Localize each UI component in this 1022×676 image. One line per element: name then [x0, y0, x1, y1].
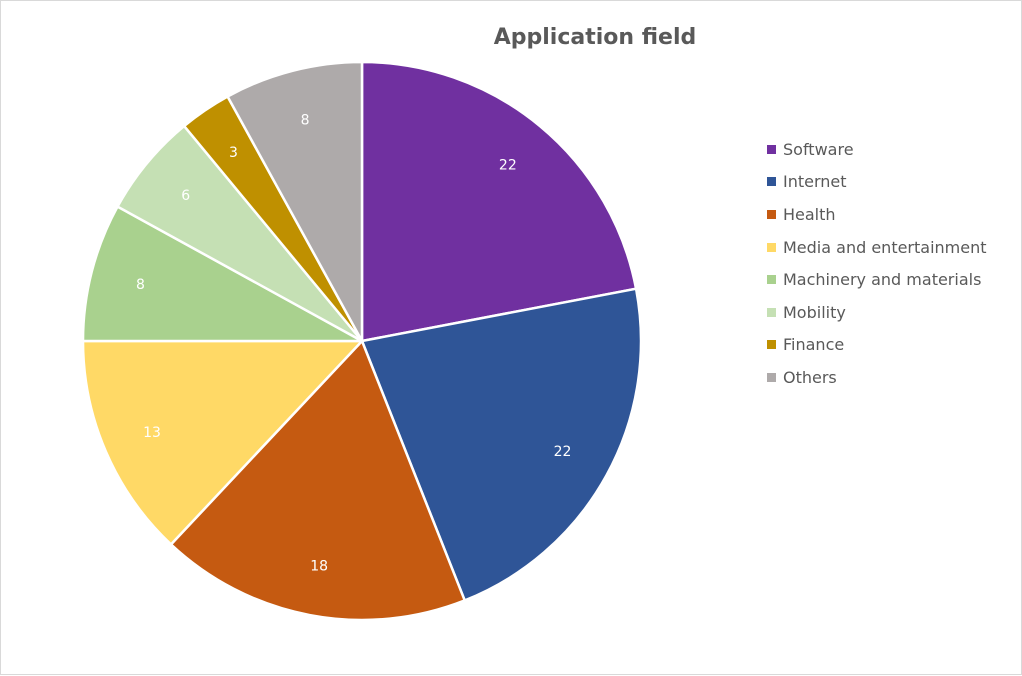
- legend-swatch: [767, 372, 776, 382]
- data-label-software: 22: [499, 158, 517, 174]
- legend-swatch: [767, 144, 776, 154]
- legend-item-mobility: Mobility: [767, 296, 987, 329]
- data-label-machinery-and-materials: 8: [136, 277, 145, 293]
- legend-label: Others: [783, 367, 837, 387]
- legend-swatch: [767, 275, 776, 285]
- data-label-mobility: 6: [181, 188, 190, 204]
- legend-item-media-and-entertainment: Media and entertainment: [767, 231, 987, 264]
- chart-area: Application field 22 22 18 13 8 6 3 8 Software I…: [0, 0, 1022, 675]
- legend-swatch: [767, 340, 776, 350]
- legend-swatch: [767, 307, 776, 317]
- legend-item-internet: Internet: [767, 166, 987, 199]
- data-label-others: 8: [301, 112, 310, 128]
- data-label-finance: 3: [229, 145, 238, 161]
- legend-label: Mobility: [783, 302, 846, 322]
- legend-label: Machinery and materials: [783, 270, 982, 290]
- legend-label: Internet: [783, 172, 847, 192]
- legend-label: Software: [783, 139, 854, 159]
- legend-swatch: [767, 209, 776, 219]
- legend-label: Media and entertainment: [783, 237, 987, 257]
- legend-item-health: Health: [767, 198, 987, 231]
- legend-item-others: Others: [767, 361, 987, 394]
- legend: Software Internet Health Media and entertai…: [767, 133, 987, 394]
- legend-label: Health: [783, 204, 836, 224]
- legend-item-machinery-and-materials: Machinery and materials: [767, 263, 987, 296]
- data-label-internet: 22: [554, 444, 572, 460]
- legend-item-finance: Finance: [767, 329, 987, 362]
- legend-swatch: [767, 177, 776, 187]
- data-label-media-and-entertainment: 13: [143, 425, 161, 441]
- data-label-health: 18: [310, 559, 328, 575]
- legend-label: Finance: [783, 335, 845, 355]
- legend-item-software: Software: [767, 133, 987, 166]
- legend-swatch: [767, 242, 776, 252]
